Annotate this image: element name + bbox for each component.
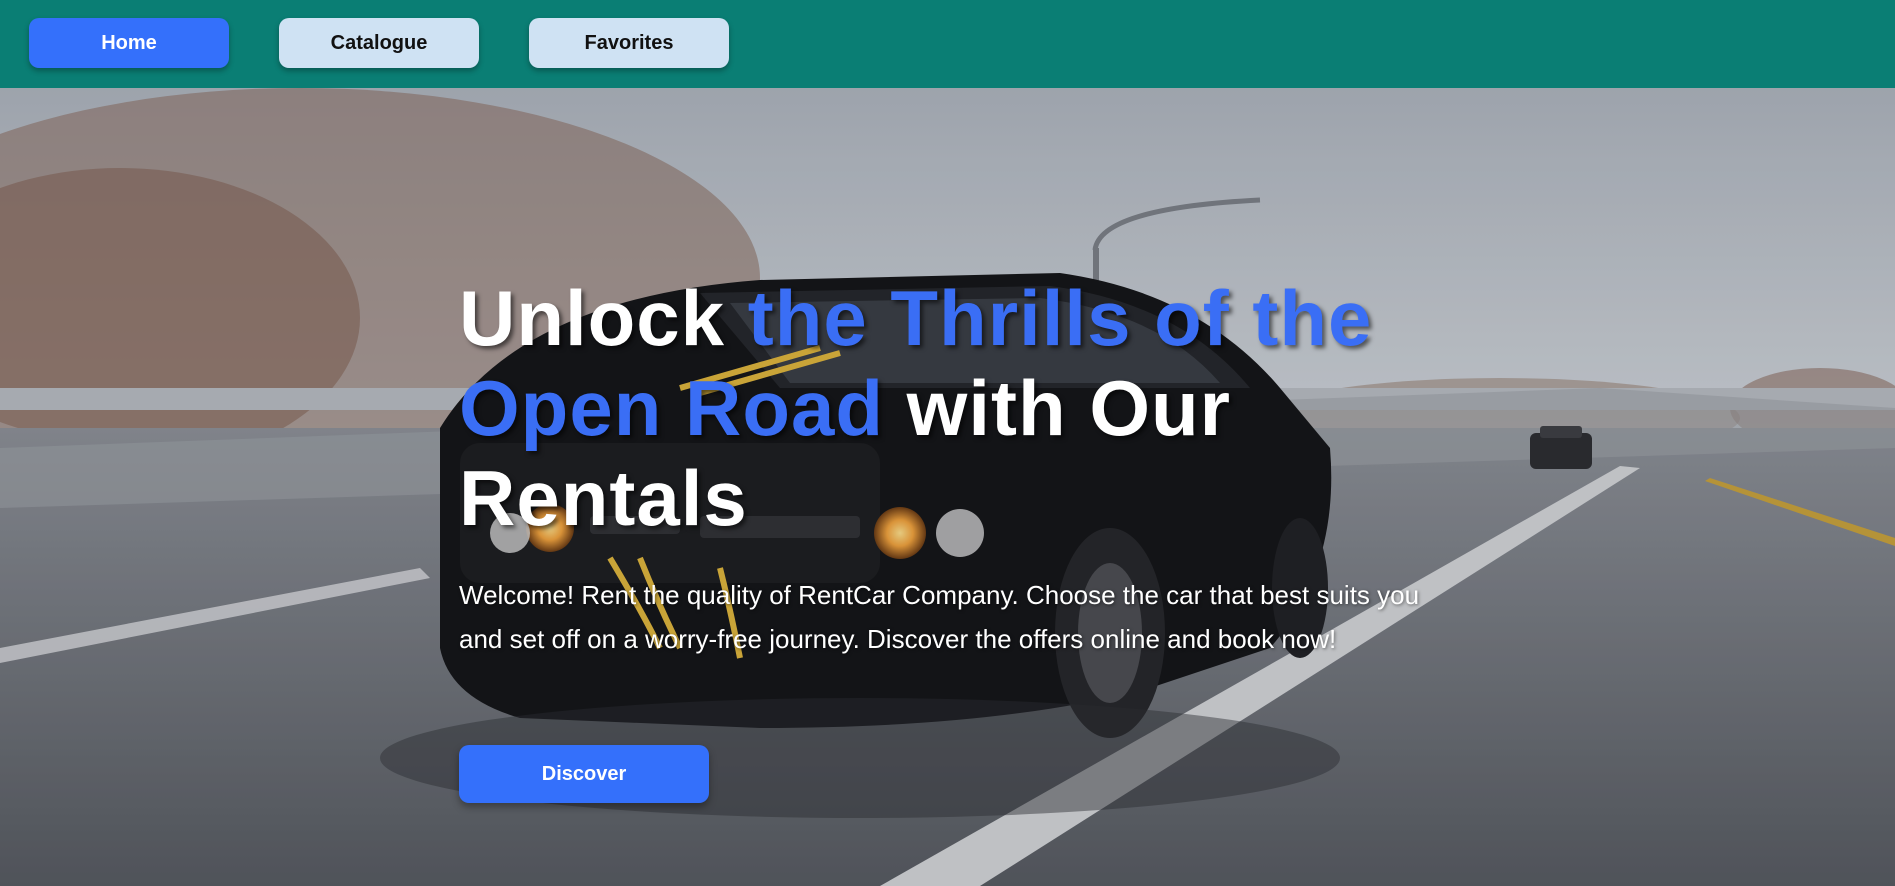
hero-title: Unlock the Thrills of the Open Road with… [459, 273, 1459, 543]
hero-section: Unlock the Thrills of the Open Road with… [0, 88, 1895, 886]
hero-description: Welcome! Rent the quality of RentCar Com… [459, 580, 1420, 654]
favorites-button[interactable]: Favorites [529, 18, 729, 68]
hero-title-start: Unlock [459, 274, 748, 362]
discover-button[interactable]: Discover [459, 745, 709, 803]
home-button[interactable]: Home [29, 18, 229, 68]
catalogue-button[interactable]: Catalogue [279, 18, 479, 68]
top-navbar: Home Catalogue Favorites [0, 0, 1895, 88]
